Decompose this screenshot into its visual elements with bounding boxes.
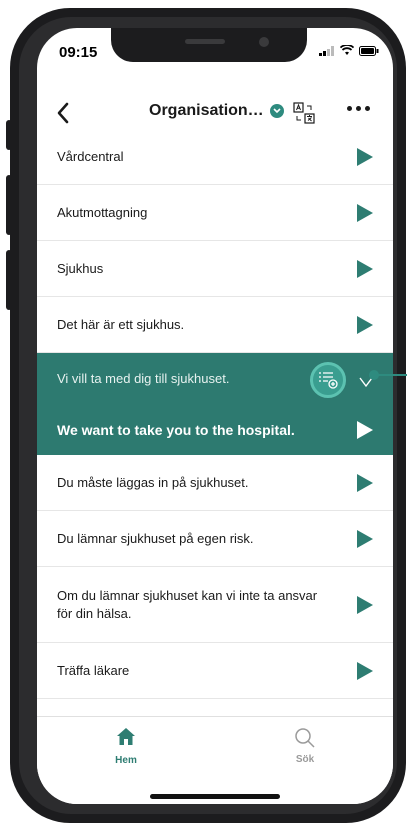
translation-text: We want to take you to the hospital. (57, 422, 295, 438)
more-horizontal-icon[interactable] (347, 106, 370, 111)
battery-icon (359, 45, 379, 56)
list-item-text: Träffa läkare (57, 662, 130, 678)
list-item-text: Sjukhus (57, 260, 104, 276)
phone-volume-down (6, 250, 12, 310)
signal-icon (319, 45, 334, 56)
selected-list-item[interactable]: Vi vill ta med dig till sjukhuset. (37, 353, 393, 405)
play-icon[interactable] (357, 315, 373, 334)
home-indicator (150, 794, 280, 799)
more-dot (347, 106, 352, 111)
list-item[interactable]: Träffa läkare (37, 643, 393, 699)
tab-search[interactable]: Sök (275, 727, 335, 765)
list-add-icon (319, 372, 338, 389)
wifi-icon (340, 45, 354, 55)
play-icon[interactable] (357, 421, 373, 439)
list-item-text: Det här är ett sjukhus. (57, 316, 185, 332)
tab-home-label: Hem (115, 755, 137, 766)
home-icon (117, 728, 135, 745)
more-dot (356, 106, 361, 111)
list-item[interactable]: Sjukhus (37, 241, 393, 297)
list-item[interactable]: Du måste läggas in på sjukhuset. (37, 455, 393, 511)
list-item[interactable]: Vårdcentral (37, 129, 393, 185)
tab-home[interactable]: Hem (96, 727, 156, 766)
play-icon[interactable] (357, 529, 373, 548)
list-item-text: Du måste läggas in på sjukhuset. (57, 474, 249, 490)
app-header: Organisation… (37, 94, 393, 134)
speaker (185, 39, 225, 44)
add-to-list-button[interactable] (310, 362, 346, 398)
list-item-text: Vårdcentral (57, 148, 124, 164)
play-icon[interactable] (357, 147, 373, 166)
camera (259, 37, 269, 47)
list-item[interactable]: Om du lämnar sjukhuset kan vi inte ta an… (37, 567, 393, 643)
chevron-down-icon[interactable] (269, 104, 284, 118)
tab-search-label: Sök (295, 754, 315, 765)
more-dot (365, 106, 370, 111)
status-icons (319, 45, 379, 56)
play-icon[interactable] (357, 595, 373, 614)
phrase-list: Vårdcentral Akutmottagning Sjukhus Det h… (37, 129, 393, 699)
header-title-group[interactable]: Organisation… (149, 102, 284, 120)
list-item-text: Akutmottagning (57, 204, 148, 220)
notch (111, 28, 307, 62)
play-icon[interactable] (357, 259, 373, 278)
phone-side-button (6, 120, 12, 150)
list-item-text: Om du lämnar sjukhuset kan vi inte ta an… (57, 587, 318, 621)
page-title: Organisation… (149, 102, 264, 119)
phone-volume-up (6, 175, 12, 235)
callout-line (374, 374, 407, 376)
list-item-text: Du lämnar sjukhuset på egen risk. (57, 530, 254, 546)
list-item[interactable]: Det här är ett sjukhus. (37, 297, 393, 353)
translation-row[interactable]: We want to take you to the hospital. (37, 405, 393, 455)
status-time: 09:15 (59, 44, 98, 61)
play-icon[interactable] (357, 661, 373, 680)
search-icon (295, 728, 315, 748)
selected-item-original-text: Vi vill ta med dig till sjukhuset. (57, 371, 230, 386)
tab-bar: Hem Sök (37, 716, 393, 804)
list-item[interactable]: Akutmottagning (37, 185, 393, 241)
translate-icon[interactable] (293, 102, 315, 124)
list-item[interactable]: Du lämnar sjukhuset på egen risk. (37, 511, 393, 567)
chevron-left-icon[interactable] (51, 98, 77, 128)
play-icon[interactable] (357, 203, 373, 222)
play-icon[interactable] (357, 473, 373, 492)
app-screen: 09:15 Organisation… Vårdcentral Akutmott… (37, 28, 393, 804)
